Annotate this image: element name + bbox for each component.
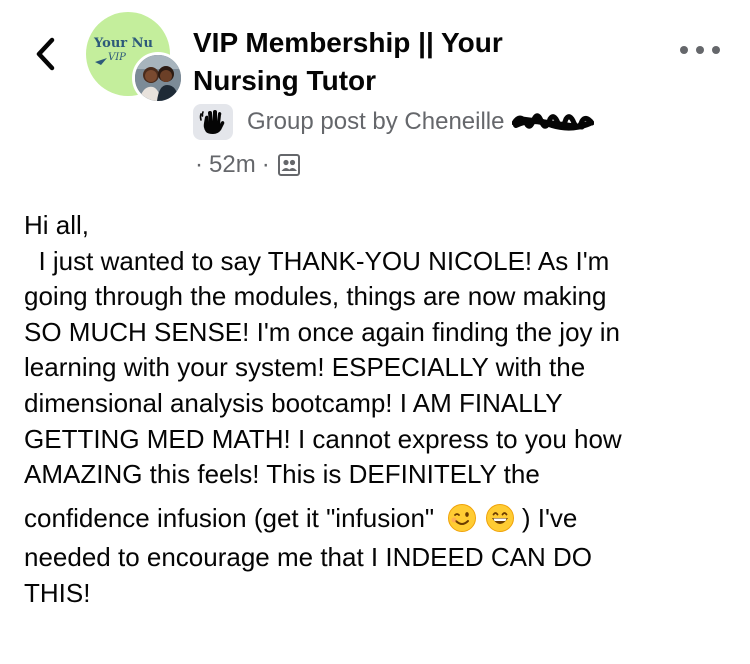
- swoosh-icon: [95, 58, 107, 65]
- post-text-segment: confidence infusion (get it "infusion": [24, 502, 435, 533]
- post-line: going through the modules, things are no…: [24, 281, 607, 312]
- group-avatar-subtext: VIP: [108, 52, 126, 63]
- post-line: dimensional analysis bootcamp! I AM FINA…: [24, 387, 563, 418]
- more-dot: [680, 46, 688, 54]
- post-line: AMAZING this feels! This is DEFINITELY t…: [24, 459, 540, 490]
- post-line: Hi all,: [24, 210, 90, 240]
- author-photo-icon: [135, 55, 181, 101]
- post-text-segment: ) I've: [521, 502, 578, 533]
- meta-dot: ·: [195, 151, 203, 178]
- post-body: Hi all, I just wanted to say THANK-YOU N…: [24, 208, 728, 612]
- meta-dot: ·: [261, 151, 270, 178]
- post-line: THIS!: [24, 577, 91, 608]
- post-line: needed to encourage me that I INDEED CAN…: [24, 542, 592, 573]
- chevron-left-icon: [36, 37, 55, 71]
- post-time[interactable]: 52m: [209, 151, 256, 179]
- waving-hand-icon: [193, 104, 233, 140]
- more-dot: [696, 46, 704, 54]
- more-dot: [712, 46, 720, 54]
- redaction-scribble: [512, 113, 595, 131]
- group-title[interactable]: VIP Membership || Your Nursing Tutor: [193, 24, 613, 100]
- post-line: learning with your system! ESPECIALLY wi…: [24, 352, 586, 383]
- post-line: SO MUCH SENSE! I'm once again finding th…: [24, 316, 621, 347]
- group-avatar-text: Your Nu: [94, 36, 153, 51]
- winking-face-emoji: [448, 503, 477, 532]
- back-button[interactable]: [30, 36, 60, 72]
- post-line-with-emoji: confidence infusion (get it "infusion" )…: [24, 501, 728, 537]
- byline-row: Group post by Cheneille: [193, 104, 595, 140]
- post-line: GETTING MED MATH! I cannot express to yo…: [24, 423, 622, 454]
- avatar-group[interactable]: Your Nu VIP: [86, 12, 188, 104]
- post-meta: · 52m ·: [195, 148, 300, 182]
- author-avatar[interactable]: [132, 52, 184, 104]
- more-options-button[interactable]: [680, 40, 720, 60]
- post-line: I just wanted to say THANK-YOU NICOLE! A…: [24, 245, 610, 276]
- grinning-face-emoji: [485, 503, 514, 532]
- members-icon: [277, 154, 300, 176]
- byline-text[interactable]: Group post by Cheneille: [247, 108, 504, 136]
